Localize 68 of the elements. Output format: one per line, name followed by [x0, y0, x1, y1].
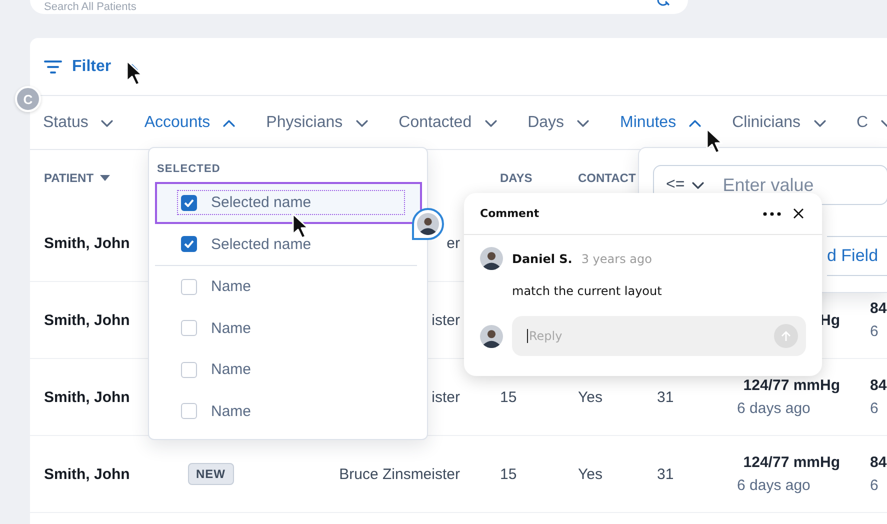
checkbox[interactable]: [181, 362, 197, 378]
reading-time: 6 days ago: [737, 477, 810, 494]
comment-title: Comment: [480, 207, 540, 220]
physician-name: ister: [432, 312, 460, 328]
avatar-icon: [480, 247, 503, 270]
checkbox[interactable]: [181, 278, 197, 295]
column-header[interactable]: CONTACT: [578, 170, 636, 184]
section-label: SELECTED: [156, 162, 222, 177]
table-cell: 84: [870, 300, 887, 317]
filter-dropdown[interactable]: Contacted: [398, 114, 498, 132]
checkbox[interactable]: [181, 403, 197, 420]
reading-time: 6: [870, 400, 878, 417]
table-cell: 31: [657, 466, 674, 482]
status-badge: NEW: [188, 463, 234, 485]
patient-name: Smith, John: [44, 388, 131, 406]
filter-dropdown[interactable]: Accounts: [144, 114, 236, 132]
table-cell: 31: [657, 388, 674, 406]
filter-dropdown[interactable]: Days: [528, 114, 590, 132]
arrow-up-icon: [781, 330, 791, 342]
filter-dropdown[interactable]: Physicians: [266, 114, 369, 132]
column-header[interactable]: DAYS: [500, 170, 532, 184]
table-cell: 15: [500, 466, 517, 482]
table-cell: Yes: [578, 466, 602, 482]
checkbox[interactable]: [181, 194, 197, 211]
table-cell: Yes: [578, 388, 602, 406]
operator-dropdown[interactable]: <=: [666, 176, 705, 194]
more-icon: [763, 212, 781, 216]
check-icon: [184, 240, 194, 248]
comment-author: Daniel S.: [512, 252, 572, 266]
reading-time: 6 days ago: [737, 400, 810, 417]
account-option[interactable]: Selected name: [155, 224, 421, 265]
patient-name: Smith, John: [44, 466, 131, 482]
sort-icon[interactable]: [100, 174, 110, 180]
add-field-button[interactable]: d Field: [827, 236, 887, 276]
blood-pressure-reading: 124/77 mmHg: [743, 377, 840, 394]
account-option[interactable]: Name: [155, 390, 421, 432]
avatar-icon: [480, 324, 503, 348]
account-option[interactable]: Name: [155, 349, 421, 390]
patient-name: Smith, John: [44, 312, 131, 328]
checkbox[interactable]: [181, 320, 197, 336]
table-cell: 84: [870, 377, 887, 394]
account-option[interactable]: Name: [155, 308, 421, 349]
reply-field[interactable]: Reply: [527, 329, 774, 343]
avatar-icon: [417, 213, 439, 235]
filter-dropdown[interactable]: Clinicians: [732, 114, 827, 132]
table-cell: 15: [500, 388, 517, 406]
account-option[interactable]: Name: [155, 266, 421, 308]
reply-bar[interactable]: Reply: [512, 316, 806, 356]
comment-text: match the current layout: [511, 283, 663, 298]
filter-dropdown[interactable]: C: [856, 114, 887, 132]
filter-icon: [44, 60, 62, 74]
table-cell: 84: [870, 454, 887, 471]
filter-dropdown[interactable]: Status: [43, 114, 114, 132]
comment-time: 3 years ago: [581, 252, 652, 266]
column-header[interactable]: PATIENT: [44, 170, 110, 184]
check-icon: [184, 198, 194, 207]
physician-name: Bruce Zinsmeister: [339, 466, 460, 482]
physician-name: ister: [432, 388, 460, 406]
patient-name: Smith, John: [44, 234, 131, 252]
checkbox[interactable]: [181, 236, 197, 252]
blood-pressure-reading: 124/77 mmHg: [743, 454, 840, 471]
reading-time: 6: [870, 323, 878, 340]
account-option[interactable]: Selected name: [155, 182, 422, 224]
filter-dropdown[interactable]: Minutes: [620, 114, 702, 132]
close-icon: [793, 208, 804, 219]
physician-name: er: [446, 234, 460, 252]
reading-time: 6: [870, 477, 878, 494]
search-field[interactable]: Search All Patients: [30, 0, 688, 14]
